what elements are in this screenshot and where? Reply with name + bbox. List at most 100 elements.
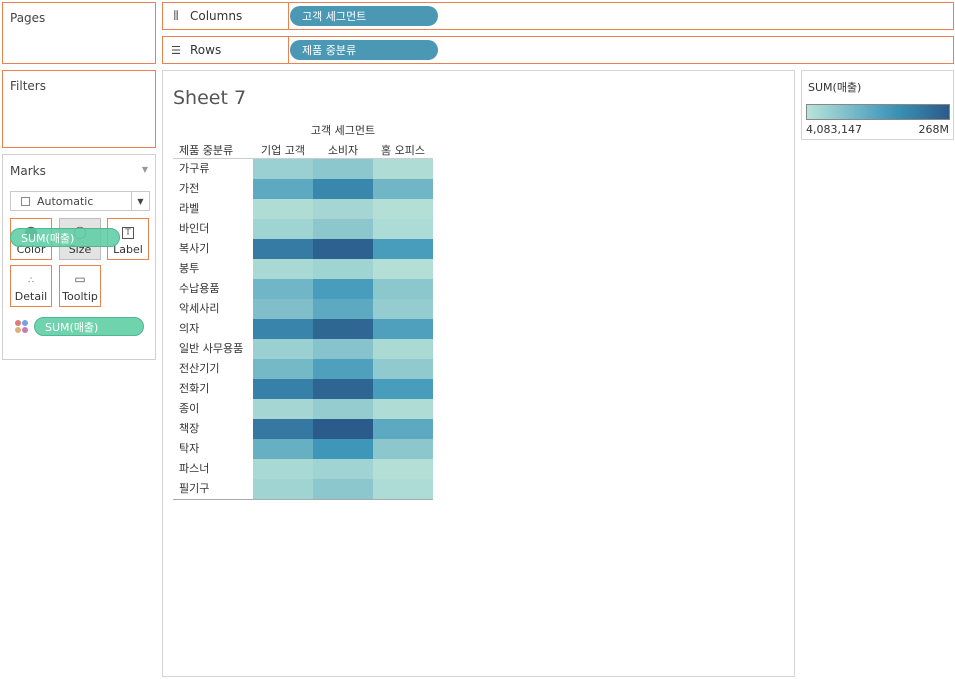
heatmap-cell[interactable] (373, 459, 433, 479)
row-header[interactable]: 책장 (179, 419, 199, 439)
columns-shelf-label: ⫼ Columns (163, 3, 289, 29)
heatmap-cell[interactable] (373, 339, 433, 359)
heatmap-cell[interactable] (313, 219, 373, 239)
row-header[interactable]: 봉투 (179, 259, 199, 279)
mark-type-dropdown[interactable]: Automatic ▼ (10, 191, 150, 211)
sheet-view: Sheet 7 고객 세그먼트 제품 중분류 기업 고객 소비자 홈 오피스가구류 가… (162, 70, 795, 677)
columns-label-text: Columns (190, 9, 243, 23)
mark-type-value: Automatic (37, 194, 94, 208)
heatmap-cell[interactable] (253, 399, 313, 419)
row-header[interactable]: 라벨 (179, 199, 199, 219)
heatmap-cell[interactable] (253, 219, 313, 239)
heatmap-cell[interactable] (253, 159, 313, 179)
heatmap-cell[interactable] (373, 319, 433, 339)
row-header[interactable]: 종이 (179, 399, 199, 419)
heatmap-cell[interactable] (313, 319, 373, 339)
heatmap-cell[interactable] (253, 279, 313, 299)
row-header[interactable]: 의자 (179, 319, 199, 339)
dragging-field-pill[interactable]: SUM(매출) (10, 228, 120, 247)
heatmap-cell[interactable] (253, 439, 313, 459)
heatmap-cell[interactable] (253, 199, 313, 219)
pages-panel[interactable]: Pages (2, 2, 156, 64)
row-header[interactable]: 가구류 (179, 159, 209, 179)
row-header[interactable]: 탁자 (179, 439, 199, 459)
tooltip-button-label: Tooltip (62, 290, 98, 303)
row-header[interactable]: 수납용품 (179, 279, 219, 299)
marks-menu-caret-icon[interactable]: ▼ (142, 165, 148, 174)
label-button-label: Label (113, 243, 143, 256)
row-header[interactable]: 일반 사무용품 (179, 339, 243, 359)
text-label-icon: T (122, 227, 134, 239)
column-header[interactable]: 소비자 (313, 142, 373, 158)
heatmap-cell[interactable] (253, 259, 313, 279)
heatmap-cell[interactable] (313, 419, 373, 439)
detail-button[interactable]: ∴ Detail (10, 265, 52, 307)
heatmap-cell[interactable] (253, 339, 313, 359)
heatmap-cell[interactable] (313, 339, 373, 359)
column-header[interactable]: 기업 고객 (253, 142, 313, 158)
color-field-pill[interactable]: SUM(매출) (34, 317, 144, 336)
heatmap-cell[interactable] (373, 479, 433, 499)
heatmap-cell[interactable] (253, 299, 313, 319)
heatmap-cell[interactable] (313, 479, 373, 499)
heatmap-cell[interactable] (373, 219, 433, 239)
heatmap-cell[interactable] (373, 439, 433, 459)
heatmap-cell[interactable] (313, 199, 373, 219)
heatmap-cell[interactable] (253, 179, 313, 199)
column-header[interactable]: 홈 오피스 (373, 142, 433, 158)
heatmap-cell[interactable] (313, 299, 373, 319)
heatmap-cell[interactable] (253, 379, 313, 399)
columns-shelf[interactable]: ⫼ Columns 고객 세그먼트 (162, 2, 954, 30)
heatmap-cell[interactable] (253, 479, 313, 499)
rows-shelf[interactable]: ☰ Rows 제품 중분류 (162, 36, 954, 64)
table-bottom-border (173, 499, 433, 500)
mark-type-square-icon (21, 196, 30, 206)
row-field-header[interactable]: 제품 중분류 (179, 142, 233, 158)
color-legend[interactable]: SUM(매출) 4,083,147 268M (801, 70, 954, 140)
row-header[interactable]: 바인더 (179, 219, 209, 239)
row-header[interactable]: 전화기 (179, 379, 209, 399)
row-header[interactable]: 필기구 (179, 479, 209, 499)
heatmap-cell[interactable] (373, 199, 433, 219)
heatmap-cell[interactable] (253, 459, 313, 479)
sheet-title[interactable]: Sheet 7 (173, 87, 246, 109)
heatmap-cell[interactable] (313, 459, 373, 479)
legend-title: SUM(매출) (808, 81, 862, 94)
heatmap-cell[interactable] (373, 419, 433, 439)
columns-icon: ⫼ (173, 9, 179, 22)
heatmap-cell[interactable] (373, 259, 433, 279)
heatmap-cell[interactable] (313, 379, 373, 399)
heatmap-cell[interactable] (313, 239, 373, 259)
row-header[interactable]: 악세사리 (179, 299, 219, 319)
chevron-down-icon[interactable]: ▼ (131, 192, 149, 210)
column-field-header[interactable]: 고객 세그먼트 (253, 122, 433, 138)
heatmap-cell[interactable] (373, 159, 433, 179)
heatmap-cell[interactable] (313, 259, 373, 279)
heatmap-cell[interactable] (373, 279, 433, 299)
heatmap-cell[interactable] (373, 239, 433, 259)
pages-title: Pages (10, 11, 46, 25)
heatmap-cell[interactable] (313, 399, 373, 419)
heatmap-cell[interactable] (373, 179, 433, 199)
heatmap-cell[interactable] (313, 159, 373, 179)
row-header[interactable]: 파스너 (179, 459, 209, 479)
tooltip-button[interactable]: ▭ Tooltip (59, 265, 101, 307)
heatmap-cell[interactable] (373, 359, 433, 379)
heatmap-cell[interactable] (313, 179, 373, 199)
heatmap-cell[interactable] (313, 279, 373, 299)
heatmap-cell[interactable] (253, 359, 313, 379)
heatmap-cell[interactable] (253, 239, 313, 259)
heatmap-cell[interactable] (313, 359, 373, 379)
heatmap-cell[interactable] (253, 419, 313, 439)
filters-panel[interactable]: Filters (2, 70, 156, 148)
heatmap-cell[interactable] (253, 319, 313, 339)
row-header[interactable]: 가전 (179, 179, 199, 199)
row-header[interactable]: 복사기 (179, 239, 209, 259)
columns-field-pill[interactable]: 고객 세그먼트 (290, 6, 438, 26)
heatmap-cell[interactable] (373, 379, 433, 399)
heatmap-cell[interactable] (373, 399, 433, 419)
rows-field-pill[interactable]: 제품 중분류 (290, 40, 438, 60)
heatmap-cell[interactable] (313, 439, 373, 459)
heatmap-cell[interactable] (373, 299, 433, 319)
row-header[interactable]: 전산기기 (179, 359, 219, 379)
